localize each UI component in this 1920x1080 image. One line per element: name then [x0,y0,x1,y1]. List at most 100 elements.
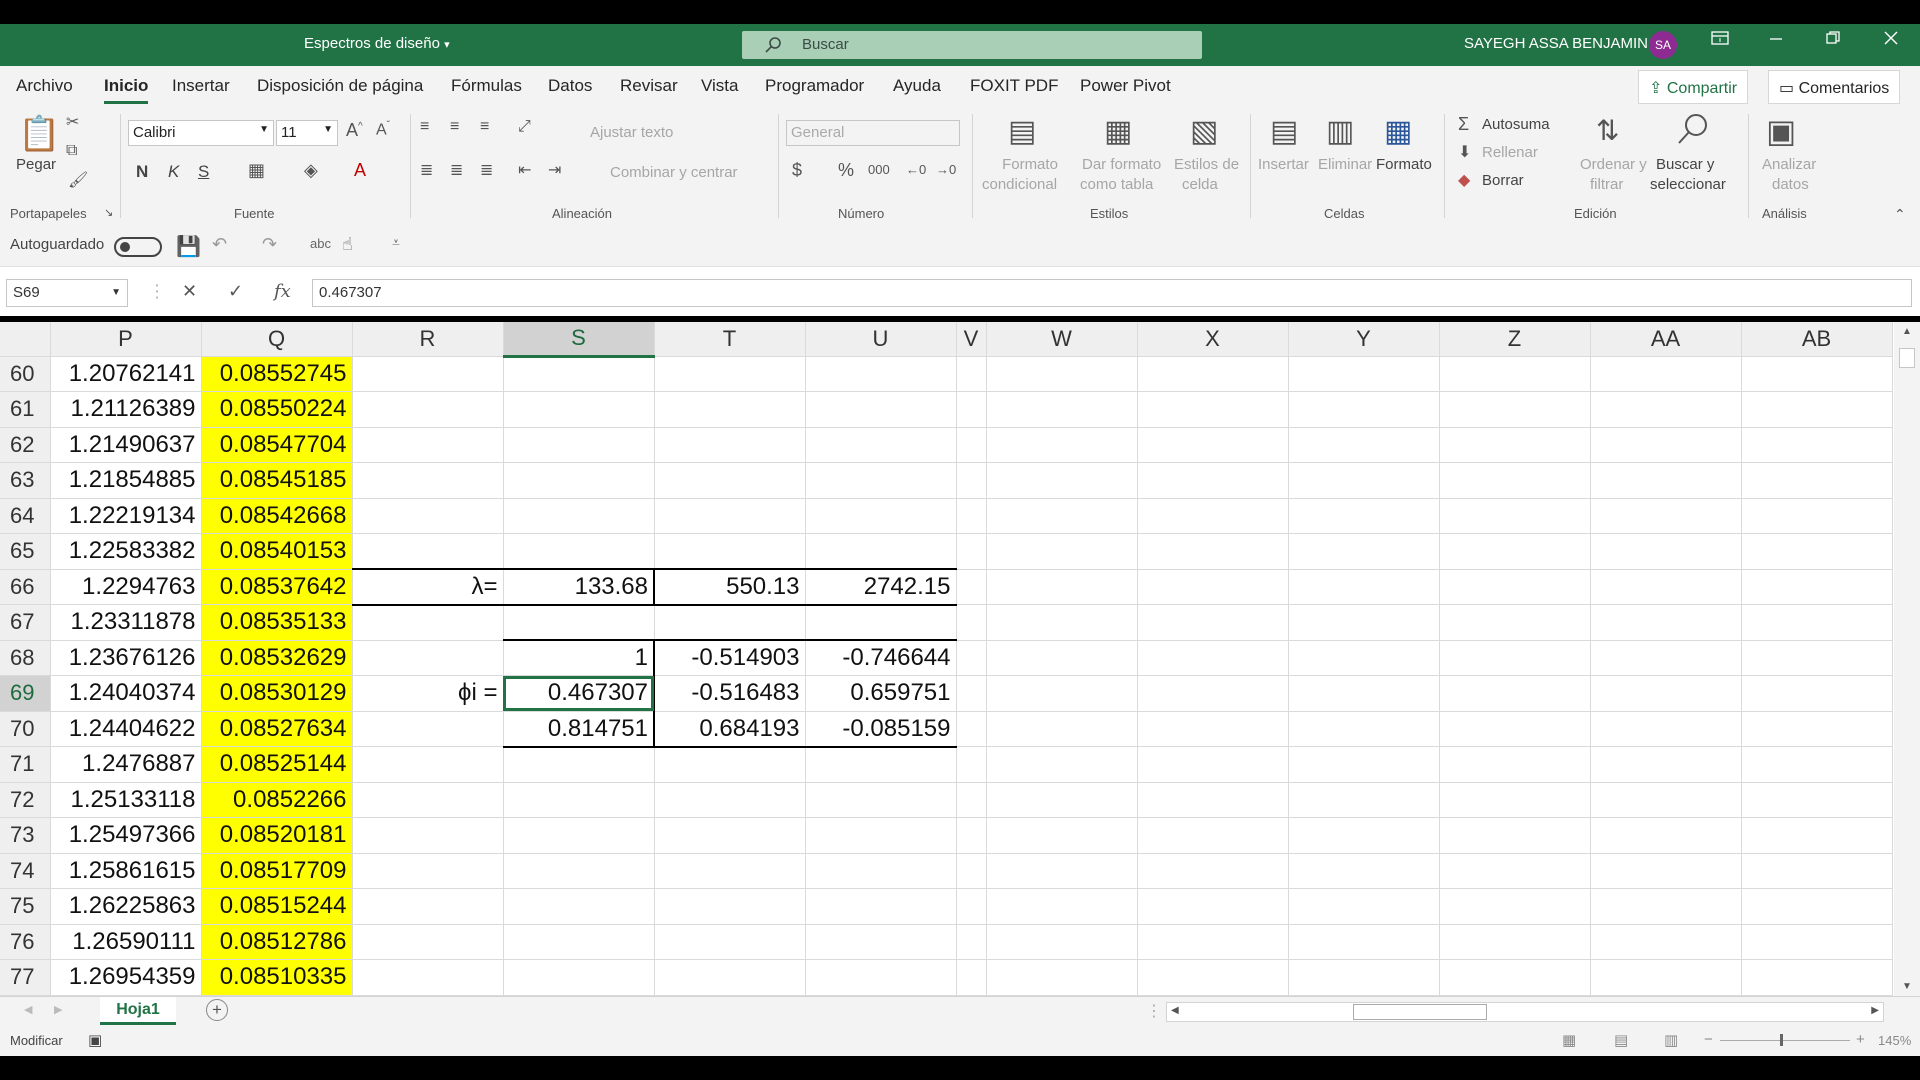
column-header-v[interactable]: V [956,322,987,357]
cell-y[interactable] [1288,817,1440,854]
tab-insertar[interactable]: Insertar [172,76,230,96]
cell-aa[interactable] [1590,569,1742,605]
cell-aa[interactable] [1590,924,1742,960]
cell-w[interactable] [986,462,1138,499]
cell-z[interactable] [1439,604,1591,641]
cell-p[interactable]: 1.26954359 [50,959,202,996]
row-header[interactable]: 68 [0,640,51,676]
phi-cell-s[interactable]: 0.814751 [503,711,655,748]
cell-r[interactable] [352,711,504,747]
clear-label[interactable]: Borrar [1482,172,1524,189]
cell-x[interactable] [1137,604,1289,641]
cell-q[interactable]: 0.08547704 [201,427,353,463]
lambda-value-u[interactable]: 2742.15 [805,568,957,606]
row-header[interactable]: 66 [0,569,51,605]
row-header[interactable]: 69 [0,675,51,712]
cell-z[interactable] [1439,782,1591,818]
align-top-icon[interactable]: ≡ [420,118,429,136]
cell-x[interactable] [1137,640,1289,676]
format-painter-icon[interactable]: 🖌 [68,170,88,190]
row-header[interactable]: 67 [0,604,51,641]
cell-w[interactable] [986,853,1138,889]
analyze-data-label-2[interactable]: datos [1772,176,1809,193]
cell-s[interactable] [503,888,655,925]
decrease-decimal-icon[interactable]: →0 [936,162,956,177]
column-header-p[interactable]: P [50,322,202,357]
avatar[interactable]: SA [1649,31,1677,59]
zoom-out-icon[interactable]: − [1704,1031,1713,1048]
tab-formulas[interactable]: Fórmulas [451,76,522,96]
cell-u[interactable] [805,427,957,463]
cell-z[interactable] [1439,356,1591,392]
number-format-select[interactable]: General [786,120,960,146]
name-box[interactable]: S69 ▼ [6,279,128,307]
cell-q[interactable]: 0.08510335 [201,959,353,996]
cell-t[interactable] [654,782,806,818]
scroll-right-icon[interactable]: ▶ [1871,1005,1879,1016]
cell-aa[interactable] [1590,959,1742,996]
wrap-text-button[interactable]: Ajustar texto [590,124,673,141]
row-header[interactable]: 71 [0,746,51,783]
cell-w[interactable] [986,746,1138,783]
cell-ab[interactable] [1741,817,1893,854]
cell-p[interactable]: 1.21490637 [50,427,202,463]
thousands-icon[interactable]: 000 [868,162,890,177]
cell-q[interactable]: 0.08515244 [201,888,353,925]
cell-p[interactable]: 1.22583382 [50,533,202,570]
analyze-data-icon[interactable]: ▣ [1766,112,1796,150]
find-select-icon[interactable] [1676,112,1710,152]
cell-v[interactable] [956,356,987,392]
cell-q[interactable]: 0.08540153 [201,533,353,570]
cell-aa[interactable] [1590,675,1742,712]
cell-r[interactable] [352,782,504,818]
cell-t[interactable] [654,391,806,428]
sheet-tab-hoja1[interactable]: Hoja1 [100,997,176,1025]
next-sheet-icon[interactable]: ▶ [54,1003,62,1016]
row-header[interactable]: 64 [0,498,51,534]
cell-y[interactable] [1288,640,1440,676]
zoom-in-icon[interactable]: + [1856,1031,1865,1048]
font-color-icon[interactable]: A [354,160,366,181]
cell-p[interactable]: 1.24404622 [50,711,202,747]
cell-r[interactable] [352,817,504,854]
cell-v[interactable] [956,604,987,641]
cell-ab[interactable] [1741,782,1893,818]
row-header[interactable]: 63 [0,462,51,499]
cell-aa[interactable] [1590,427,1742,463]
cell-y[interactable] [1288,888,1440,925]
cell-y[interactable] [1288,356,1440,392]
scroll-left-icon[interactable]: ◀ [1171,1005,1179,1016]
format-as-table-label-2[interactable]: como tabla [1080,176,1153,193]
column-header-t[interactable]: T [654,322,806,357]
cell-w[interactable] [986,924,1138,960]
insert-cells-icon[interactable]: ▤ [1270,114,1298,149]
cell-aa[interactable] [1590,817,1742,854]
undo-icon[interactable]: ↶ [212,234,227,255]
phi-cell-t[interactable]: 0.684193 [654,711,806,748]
cell-z[interactable] [1439,427,1591,463]
cell-s[interactable] [503,604,655,641]
align-middle-icon[interactable]: ≡ [450,118,459,136]
cell-y[interactable] [1288,924,1440,960]
collapse-ribbon-icon[interactable]: ⌃ [1894,206,1906,223]
cell-r[interactable] [352,533,504,570]
cell-v[interactable] [956,924,987,960]
column-header-r[interactable]: R [352,322,504,357]
cell-p[interactable]: 1.2294763 [50,569,202,605]
cell-x[interactable] [1137,959,1289,996]
cell-p[interactable]: 1.21126389 [50,391,202,428]
tab-vista[interactable]: Vista [701,76,739,96]
cell-y[interactable] [1288,533,1440,570]
cell-x[interactable] [1137,746,1289,783]
cell-v[interactable] [956,888,987,925]
cell-q[interactable]: 0.08545185 [201,462,353,499]
cell-z[interactable] [1439,569,1591,605]
conditional-format-icon[interactable]: ▤ [1008,114,1036,149]
zoom-slider-thumb[interactable] [1780,1034,1783,1046]
cell-v[interactable] [956,782,987,818]
cell-aa[interactable] [1590,888,1742,925]
cell-x[interactable] [1137,782,1289,818]
cell-q[interactable]: 0.08517709 [201,853,353,889]
cell-w[interactable] [986,604,1138,641]
cell-aa[interactable] [1590,782,1742,818]
